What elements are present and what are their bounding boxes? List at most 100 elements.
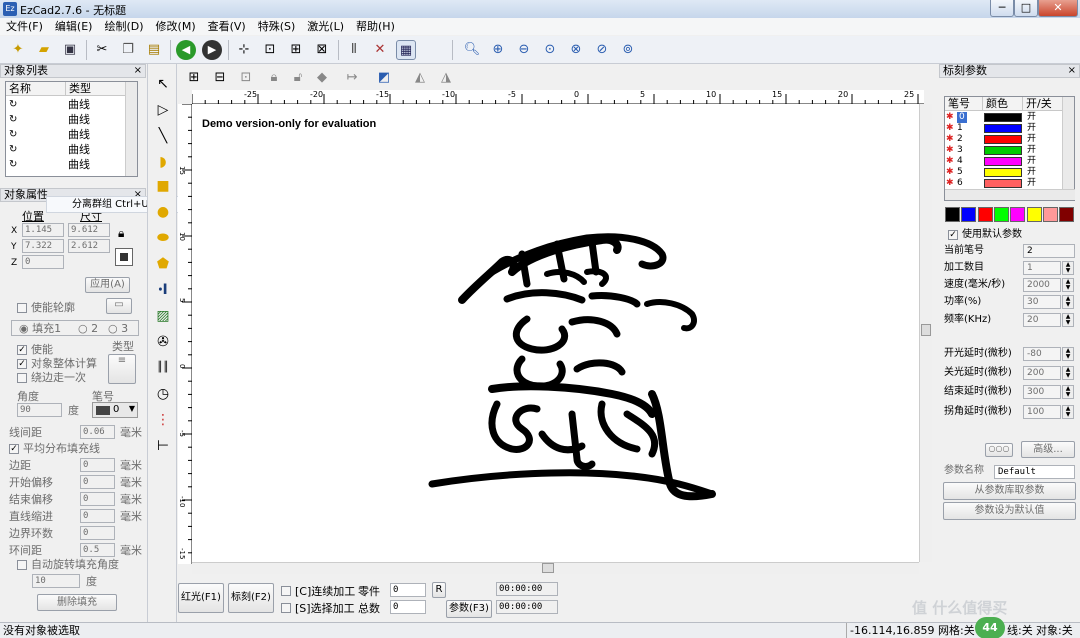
- barcode-icon[interactable]: ║║: [153, 358, 173, 378]
- list-item[interactable]: ↻ 曲线: [6, 142, 126, 157]
- paste-icon[interactable]: ▤: [144, 40, 164, 60]
- palette-swatch[interactable]: [1026, 207, 1042, 222]
- snap-status[interactable]: 对象:关: [1036, 623, 1073, 638]
- rectangle-icon[interactable]: ■: [153, 176, 173, 196]
- menu-laser[interactable]: 激光(L): [301, 18, 350, 35]
- palette-swatch[interactable]: [977, 207, 993, 222]
- rotate-angle-field[interactable]: 10: [32, 574, 80, 588]
- pen-row[interactable]: ✱ 5 开: [945, 167, 1063, 178]
- end-delay-spinner[interactable]: ▲ ▼: [1062, 385, 1074, 399]
- list-scrollbar[interactable]: [125, 82, 137, 176]
- zoom-select-icon[interactable]: ⊗: [566, 40, 586, 60]
- pen-row[interactable]: ✱ 2 开: [945, 134, 1063, 145]
- ellipse-icon[interactable]: ⬬: [153, 228, 173, 248]
- fill-type-button[interactable]: ≡: [108, 354, 136, 384]
- param-name-field[interactable]: Default: [994, 465, 1075, 479]
- snap-grid-icon[interactable]: ⊡: [236, 68, 256, 88]
- pen-list-scrollbar[interactable]: [1062, 97, 1074, 189]
- grid-status[interactable]: 网格:关: [938, 623, 975, 638]
- speed-field[interactable]: 2000: [1023, 278, 1061, 292]
- start-offset-field[interactable]: 0: [80, 475, 115, 489]
- menu-edit[interactable]: 编辑(E): [49, 18, 99, 35]
- on-delay-spinner[interactable]: ▲ ▼: [1062, 347, 1074, 361]
- minimize-button[interactable]: ─: [990, 0, 1014, 17]
- list-item[interactable]: ↻ 曲线: [6, 112, 126, 127]
- zoom-out-icon[interactable]: ⊖: [514, 40, 534, 60]
- outline-settings-button[interactable]: ▭: [106, 298, 132, 314]
- pen-color-swatch[interactable]: [984, 168, 1022, 177]
- delay-icon[interactable]: ⊢: [153, 436, 173, 456]
- line-shrink-field[interactable]: 0: [80, 509, 115, 523]
- reset-button[interactable]: R: [432, 582, 446, 598]
- power-field[interactable]: 30: [1023, 295, 1061, 309]
- palette-swatch[interactable]: [961, 207, 977, 222]
- pen-color-swatch[interactable]: [984, 179, 1022, 188]
- wobble-button[interactable]: ○○○: [985, 443, 1013, 457]
- zoom-page-icon[interactable]: ⊘: [592, 40, 612, 60]
- close-button[interactable]: ✕: [1038, 0, 1078, 17]
- open-icon[interactable]: ▰: [34, 40, 54, 60]
- mirror-h-icon[interactable]: ◭: [410, 68, 430, 88]
- object-list[interactable]: 名称 类型 ↻ 曲线 ↻ 曲线 ↻ 曲线 ↻ 曲线 ↻ 曲线: [5, 81, 138, 177]
- menu-file[interactable]: 文件(F): [0, 18, 49, 35]
- column-header-name[interactable]: 名称: [6, 82, 66, 96]
- hatch-icon[interactable]: Ⅱ: [344, 40, 364, 60]
- auto-rotate-checkbox[interactable]: [17, 560, 27, 570]
- on-delay-field[interactable]: -80: [1023, 347, 1061, 361]
- pen-color-swatch[interactable]: [984, 135, 1022, 144]
- io-icon[interactable]: ⋮: [153, 410, 173, 430]
- mark-button[interactable]: 标刻(F2): [228, 583, 274, 613]
- guide-status[interactable]: 线:关: [1007, 623, 1033, 638]
- palette-swatch[interactable]: [993, 207, 1009, 222]
- angle-field[interactable]: 90: [17, 403, 62, 417]
- even-fill-checkbox[interactable]: ✓: [9, 444, 19, 454]
- menu-modify[interactable]: 修改(M): [150, 18, 202, 35]
- zoom-in-icon[interactable]: ⊕: [488, 40, 508, 60]
- bitmap-icon[interactable]: ▨: [153, 306, 173, 326]
- pen-select[interactable]: 0 ▼: [92, 402, 138, 418]
- edge-once-checkbox[interactable]: [17, 373, 27, 383]
- column-header-type[interactable]: 类型: [66, 82, 126, 96]
- red-light-button[interactable]: 红光(F1): [178, 583, 224, 613]
- load-from-library-button[interactable]: 从参数库取参数: [943, 482, 1076, 500]
- text-icon[interactable]: ꞏI: [153, 280, 173, 300]
- snap-icon[interactable]: ⊹: [234, 40, 254, 60]
- pen-color-swatch[interactable]: [984, 146, 1022, 155]
- width-field[interactable]: 9.612: [68, 223, 110, 237]
- zoom-all-icon[interactable]: ⊙: [540, 40, 560, 60]
- vertical-scrollbar[interactable]: [919, 104, 932, 562]
- node-icon[interactable]: ⊡: [260, 40, 280, 60]
- new-icon[interactable]: ✦: [8, 40, 28, 60]
- palette-swatch[interactable]: [1042, 207, 1058, 222]
- power-spinner[interactable]: ▲ ▼: [1062, 295, 1074, 309]
- node3-icon[interactable]: ⊠: [312, 40, 332, 60]
- hide-icon[interactable]: ◆: [312, 68, 332, 88]
- loop-spacing-field[interactable]: 0.5: [80, 543, 115, 557]
- frequency-spinner[interactable]: ▲ ▼: [1062, 313, 1074, 327]
- palette-swatch[interactable]: [1010, 207, 1026, 222]
- mirror-v-icon[interactable]: ◮: [436, 68, 456, 88]
- line-icon[interactable]: ╲: [153, 126, 173, 146]
- enable-checkbox[interactable]: ✓: [17, 345, 27, 355]
- cut-icon[interactable]: ✂: [92, 40, 112, 60]
- ungroup-icon[interactable]: ⊟: [210, 68, 230, 88]
- calligraphy-drawing[interactable]: [192, 104, 919, 562]
- speed-spinner[interactable]: ▲ ▼: [1062, 278, 1074, 292]
- palette-swatch[interactable]: [945, 207, 960, 222]
- count-field[interactable]: 1: [1023, 261, 1061, 275]
- group-icon[interactable]: ⊞: [184, 68, 204, 88]
- pen-color-swatch[interactable]: [984, 157, 1022, 166]
- params-button[interactable]: 参数(F3): [446, 600, 492, 618]
- menu-view[interactable]: 查看(V): [202, 18, 252, 35]
- pen-list[interactable]: 笔号 颜色 开/关 ✱ 0 开 ✱ 1 开 ✱ 2 开 ✱ 3 开 ✱ 4 开 ✱ 5 开 ✱ 6 开: [944, 96, 1075, 201]
- redo-icon[interactable]: ▶: [202, 40, 222, 60]
- whole-calc-checkbox[interactable]: ✓: [17, 359, 27, 369]
- select-icon[interactable]: ↖: [153, 74, 173, 94]
- delete-fill-button[interactable]: 删除填充: [37, 594, 117, 611]
- node2-icon[interactable]: ⊞: [286, 40, 306, 60]
- current-pen-field[interactable]: 2: [1023, 244, 1075, 258]
- apply-button[interactable]: 应用(A): [85, 277, 130, 293]
- undo-icon[interactable]: ◀: [176, 40, 196, 60]
- unlock-icon[interactable]: 🔓︎: [288, 68, 308, 88]
- corner-delay-field[interactable]: 100: [1023, 405, 1061, 419]
